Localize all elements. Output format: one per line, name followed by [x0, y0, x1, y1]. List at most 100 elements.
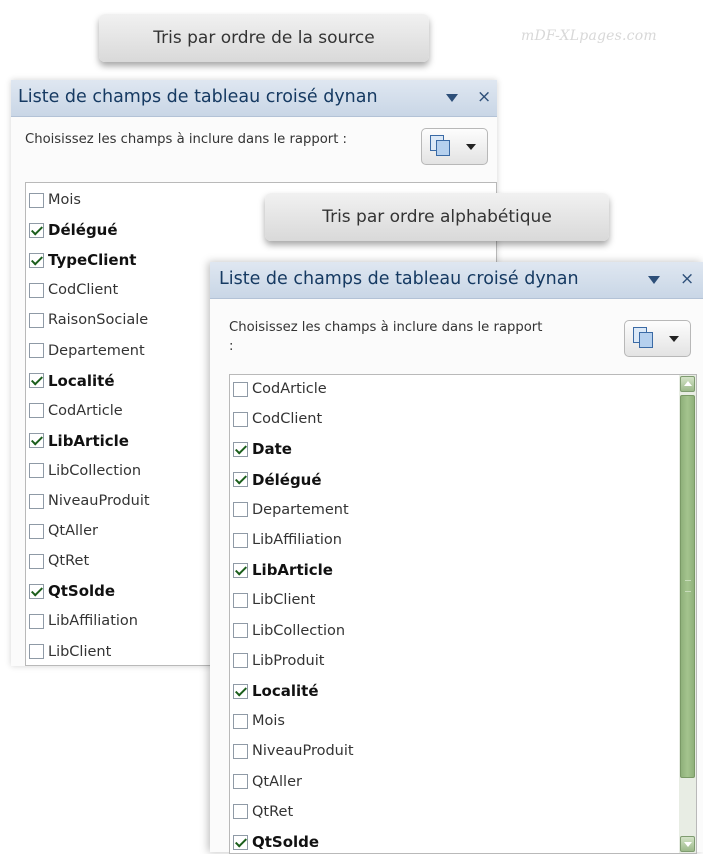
field-checkbox[interactable] [233, 683, 248, 699]
field-label: LibClient [252, 592, 316, 609]
list-item[interactable]: QtAller [29, 517, 98, 545]
callout-alpha-order: Tris par ordre alphabétique [265, 193, 609, 241]
field-checkbox[interactable] [29, 523, 44, 539]
field-checkbox[interactable] [233, 834, 248, 850]
field-layout-button[interactable] [624, 320, 691, 357]
list-item[interactable]: LibClient [29, 638, 111, 666]
field-label: Departement [48, 342, 145, 359]
field-checkbox[interactable] [233, 592, 248, 608]
field-checkbox[interactable] [233, 804, 248, 820]
field-checkbox[interactable] [233, 653, 248, 669]
close-icon[interactable]: × [477, 87, 491, 107]
instruction-text: Choisissez les champs à inclure dans le … [229, 320, 543, 354]
field-checkbox[interactable] [233, 743, 248, 759]
field-checkbox[interactable] [29, 312, 44, 328]
list-item[interactable]: Localité [233, 677, 319, 705]
field-checkbox[interactable] [29, 613, 44, 629]
list-item[interactable]: LibCollection [233, 617, 345, 645]
list-item[interactable]: Date [233, 435, 292, 463]
field-checkbox[interactable] [29, 644, 44, 659]
field-list-panel-alpha-order: Liste de champs de tableau croisé dynan … [210, 262, 703, 854]
field-label: CodClient [48, 282, 119, 299]
field-checkbox[interactable] [29, 583, 44, 599]
list-item[interactable]: RaisonSociale [29, 306, 148, 334]
close-icon[interactable]: × [680, 269, 694, 289]
field-label: NiveauProduit [252, 743, 354, 760]
panel-title-bar: Liste de champs de tableau croisé dynan … [11, 80, 497, 117]
field-checkbox[interactable] [233, 774, 248, 790]
field-label: CodArticle [252, 381, 327, 397]
field-checkbox[interactable] [29, 553, 44, 569]
field-checkbox[interactable] [29, 192, 44, 208]
list-item[interactable]: Departement [233, 496, 349, 524]
field-checkbox[interactable] [29, 403, 44, 419]
field-label: CodArticle [48, 402, 123, 419]
chevron-down-icon [669, 336, 679, 342]
list-item[interactable]: Mois [233, 707, 285, 735]
list-item[interactable]: CodArticle [29, 397, 123, 425]
list-item[interactable]: LibClient [233, 586, 315, 614]
list-item[interactable]: CodArticle [233, 375, 327, 403]
list-item[interactable]: Departement [29, 337, 145, 365]
list-item[interactable]: QtSolde [233, 828, 319, 853]
field-label: Localité [48, 371, 115, 390]
field-label: Délégué [48, 221, 118, 240]
list-item[interactable]: Délégué [29, 216, 118, 244]
field-label: Mois [48, 192, 81, 208]
scroll-up-button[interactable] [680, 376, 695, 392]
field-label: NiveauProduit [48, 493, 150, 509]
list-item[interactable]: Délégué [233, 466, 322, 494]
field-checkbox[interactable] [233, 411, 248, 427]
field-checkbox[interactable] [29, 252, 44, 268]
field-checkbox[interactable] [233, 381, 248, 397]
field-checkbox[interactable] [29, 282, 44, 298]
field-list: CodArticle CodClient Date Délégué Departemen… [229, 374, 697, 854]
list-item[interactable]: LibCollection [29, 457, 141, 485]
field-checkbox[interactable] [233, 502, 248, 518]
scroll-down-button[interactable] [680, 836, 695, 852]
chevron-down-icon[interactable] [446, 94, 458, 102]
list-item[interactable]: LibProduit [233, 647, 324, 675]
field-checkbox[interactable] [29, 222, 44, 238]
panel-title: Liste de champs de tableau croisé dynan [18, 87, 378, 107]
field-label: QtRet [48, 553, 90, 570]
watermark: mDF-XLpages.com [521, 28, 657, 44]
list-item[interactable]: Mois [29, 186, 81, 214]
list-item[interactable]: TypeClient [29, 246, 136, 274]
field-checkbox[interactable] [233, 472, 248, 488]
scrollbar-thumb[interactable] [680, 395, 695, 778]
vertical-scrollbar[interactable] [679, 375, 696, 853]
list-item[interactable]: CodClient [29, 276, 118, 304]
list-item[interactable]: NiveauProduit [29, 487, 150, 515]
field-label: LibCollection [252, 622, 346, 639]
list-item[interactable]: CodClient [233, 405, 322, 433]
field-checkbox[interactable] [233, 441, 248, 457]
panel-title: Liste de champs de tableau croisé dynan [219, 269, 579, 289]
chevron-down-icon[interactable] [648, 276, 660, 284]
field-label: Date [252, 440, 292, 459]
field-label: Departement [252, 501, 349, 518]
list-item[interactable]: QtAller [233, 768, 302, 796]
list-item[interactable]: QtRet [29, 547, 89, 575]
list-item[interactable]: LibArticle [233, 556, 333, 584]
field-checkbox[interactable] [233, 713, 248, 729]
list-item[interactable]: Localité [29, 367, 115, 395]
panel-title-bar: Liste de champs de tableau croisé dynan … [210, 262, 703, 299]
field-checkbox[interactable] [29, 463, 44, 479]
list-item[interactable]: QtSolde [29, 577, 115, 605]
field-label: RaisonSociale [48, 312, 149, 329]
field-label: QtSolde [48, 582, 116, 601]
field-checkbox[interactable] [233, 623, 248, 639]
field-checkbox[interactable] [233, 532, 248, 548]
list-item[interactable]: LibAffiliation [29, 607, 138, 635]
field-checkbox[interactable] [29, 373, 44, 389]
field-layout-button[interactable] [421, 128, 488, 165]
field-checkbox[interactable] [29, 493, 44, 509]
list-item[interactable]: NiveauProduit [233, 737, 354, 765]
list-item[interactable]: LibAffiliation [233, 526, 342, 554]
list-item[interactable]: LibArticle [29, 427, 129, 455]
field-checkbox[interactable] [29, 343, 44, 358]
list-item[interactable]: QtRet [233, 798, 293, 826]
field-checkbox[interactable] [29, 433, 44, 449]
field-checkbox[interactable] [233, 562, 248, 578]
